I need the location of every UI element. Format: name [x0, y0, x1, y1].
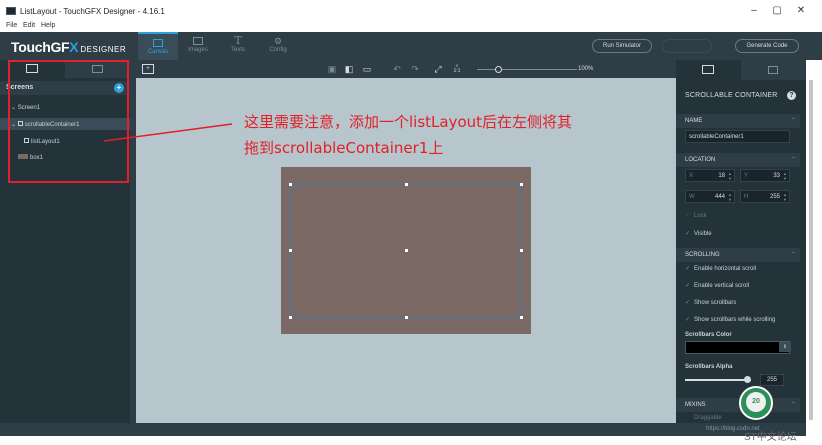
forum-watermark: ST中文论坛	[744, 432, 797, 443]
location-section-header[interactable]: LOCATION ⌃	[676, 153, 800, 167]
scrollbars-while-scrolling-label: Show scrollbars while scrolling	[694, 317, 776, 323]
scrollbars-alpha-value[interactable]: 255	[760, 374, 784, 386]
scrollbars-alpha-slider-handle[interactable]	[744, 376, 751, 383]
widget-name-value: scrollableContainer1	[689, 134, 744, 140]
vertical-scroll-label: Enable vertical scroll	[694, 283, 750, 289]
scrollbars-color-label: Scrollbars Color	[685, 332, 732, 338]
height-label: H	[744, 194, 749, 200]
height-value: 255	[769, 194, 780, 200]
check-icon: ✓	[685, 317, 691, 323]
chevron-up-icon: ⌃	[790, 118, 796, 124]
checkbox-empty-icon: ✓	[685, 213, 691, 219]
scrollbars-color-swatch[interactable]	[685, 341, 790, 354]
mixins-section-title: MIXINS	[685, 402, 706, 408]
visible-label: Visible	[694, 231, 712, 237]
properties-tabs	[676, 60, 806, 80]
lock-checkbox[interactable]: ✓ Lock	[685, 212, 707, 219]
properties-icon	[702, 65, 714, 74]
vertical-scroll-checkbox[interactable]: ✓ Enable vertical scroll	[685, 282, 749, 289]
chevron-up-icon: ⌃	[790, 252, 796, 258]
scrolling-section-header[interactable]: SCROLLING ⌃	[676, 248, 800, 262]
check-icon: ✓	[685, 231, 691, 237]
widget-name-input[interactable]: scrollableContainer1	[685, 130, 790, 143]
draggable-checkbox[interactable]: Draggable	[694, 415, 722, 421]
tab-interactions[interactable]	[741, 60, 806, 80]
chevron-up-icon: ⌃	[790, 157, 796, 163]
show-scrollbars-checkbox[interactable]: ✓ Show scrollbars	[685, 299, 736, 306]
y-value: 33	[773, 173, 780, 179]
forum-badge-text: 20	[746, 392, 766, 412]
y-field[interactable]: Y 33 ▲ ▼	[740, 169, 790, 182]
annotation-text-line1: 这里需要注意，添加一个listLayout后在左侧将其	[244, 113, 573, 131]
scrolling-section-title: SCROLLING	[685, 252, 720, 258]
name-section-header[interactable]: NAME ⌃	[676, 114, 800, 128]
check-icon: ✓	[685, 283, 691, 289]
height-field[interactable]: H 255 ▲ ▼	[740, 190, 790, 203]
x-label: X	[689, 173, 694, 179]
scrollbars-while-scrolling-checkbox[interactable]: ✓ Show scrollbars while scrolling	[685, 316, 775, 323]
mixins-section-header[interactable]: MIXINS ⌃	[676, 398, 800, 412]
location-section-title: LOCATION	[685, 157, 716, 163]
properties-scrollbar[interactable]	[806, 60, 822, 423]
chevron-up-icon: ⌃	[790, 402, 796, 408]
check-icon: ✓	[685, 300, 691, 306]
x-value: 18	[718, 173, 725, 179]
y-stepper-icon[interactable]: ▲ ▼	[783, 171, 787, 181]
horizontal-scroll-label: Enable horizontal scroll	[694, 266, 757, 272]
annotation-text-line2: 拖到scrollableContainer1上	[244, 139, 444, 157]
widget-type-title: SCROLLABLE CONTAINER	[685, 92, 778, 99]
horizontal-scroll-checkbox[interactable]: ✓ Enable horizontal scroll	[685, 265, 756, 272]
help-icon[interactable]: ?	[787, 91, 796, 100]
scrollbars-alpha-slider[interactable]	[685, 379, 745, 381]
lock-label: Lock	[694, 213, 707, 219]
x-stepper-icon[interactable]: ▲ ▼	[728, 171, 732, 181]
width-field[interactable]: W 444 ▲ ▼	[685, 190, 735, 203]
visible-checkbox[interactable]: ✓ Visible	[685, 230, 712, 237]
scrollbar-thumb[interactable]	[809, 80, 813, 420]
interactions-icon	[768, 66, 778, 74]
width-stepper-icon[interactable]: ▲ ▼	[728, 192, 732, 202]
status-bar: https://blog.csdn.net	[0, 423, 822, 445]
forum-badge: 20	[739, 386, 773, 420]
height-stepper-icon[interactable]: ▲ ▼	[783, 192, 787, 202]
properties-panel: SCROLLABLE CONTAINER ? NAME ⌃ scrollable…	[676, 60, 806, 423]
show-scrollbars-label: Show scrollbars	[694, 300, 737, 306]
width-value: 444	[714, 194, 725, 200]
y-label: Y	[744, 173, 749, 179]
name-section-title: NAME	[685, 118, 703, 124]
check-icon: ✓	[685, 266, 691, 272]
scrollbars-alpha-label: Scrollbars Alpha	[685, 364, 733, 370]
status-bar-dark	[0, 423, 806, 436]
x-field[interactable]: X 18 ▲ ▼	[685, 169, 735, 182]
color-picker-stepper-icon[interactable]: ⇕	[779, 342, 791, 352]
width-label: W	[689, 194, 695, 200]
tab-properties[interactable]	[676, 60, 741, 80]
